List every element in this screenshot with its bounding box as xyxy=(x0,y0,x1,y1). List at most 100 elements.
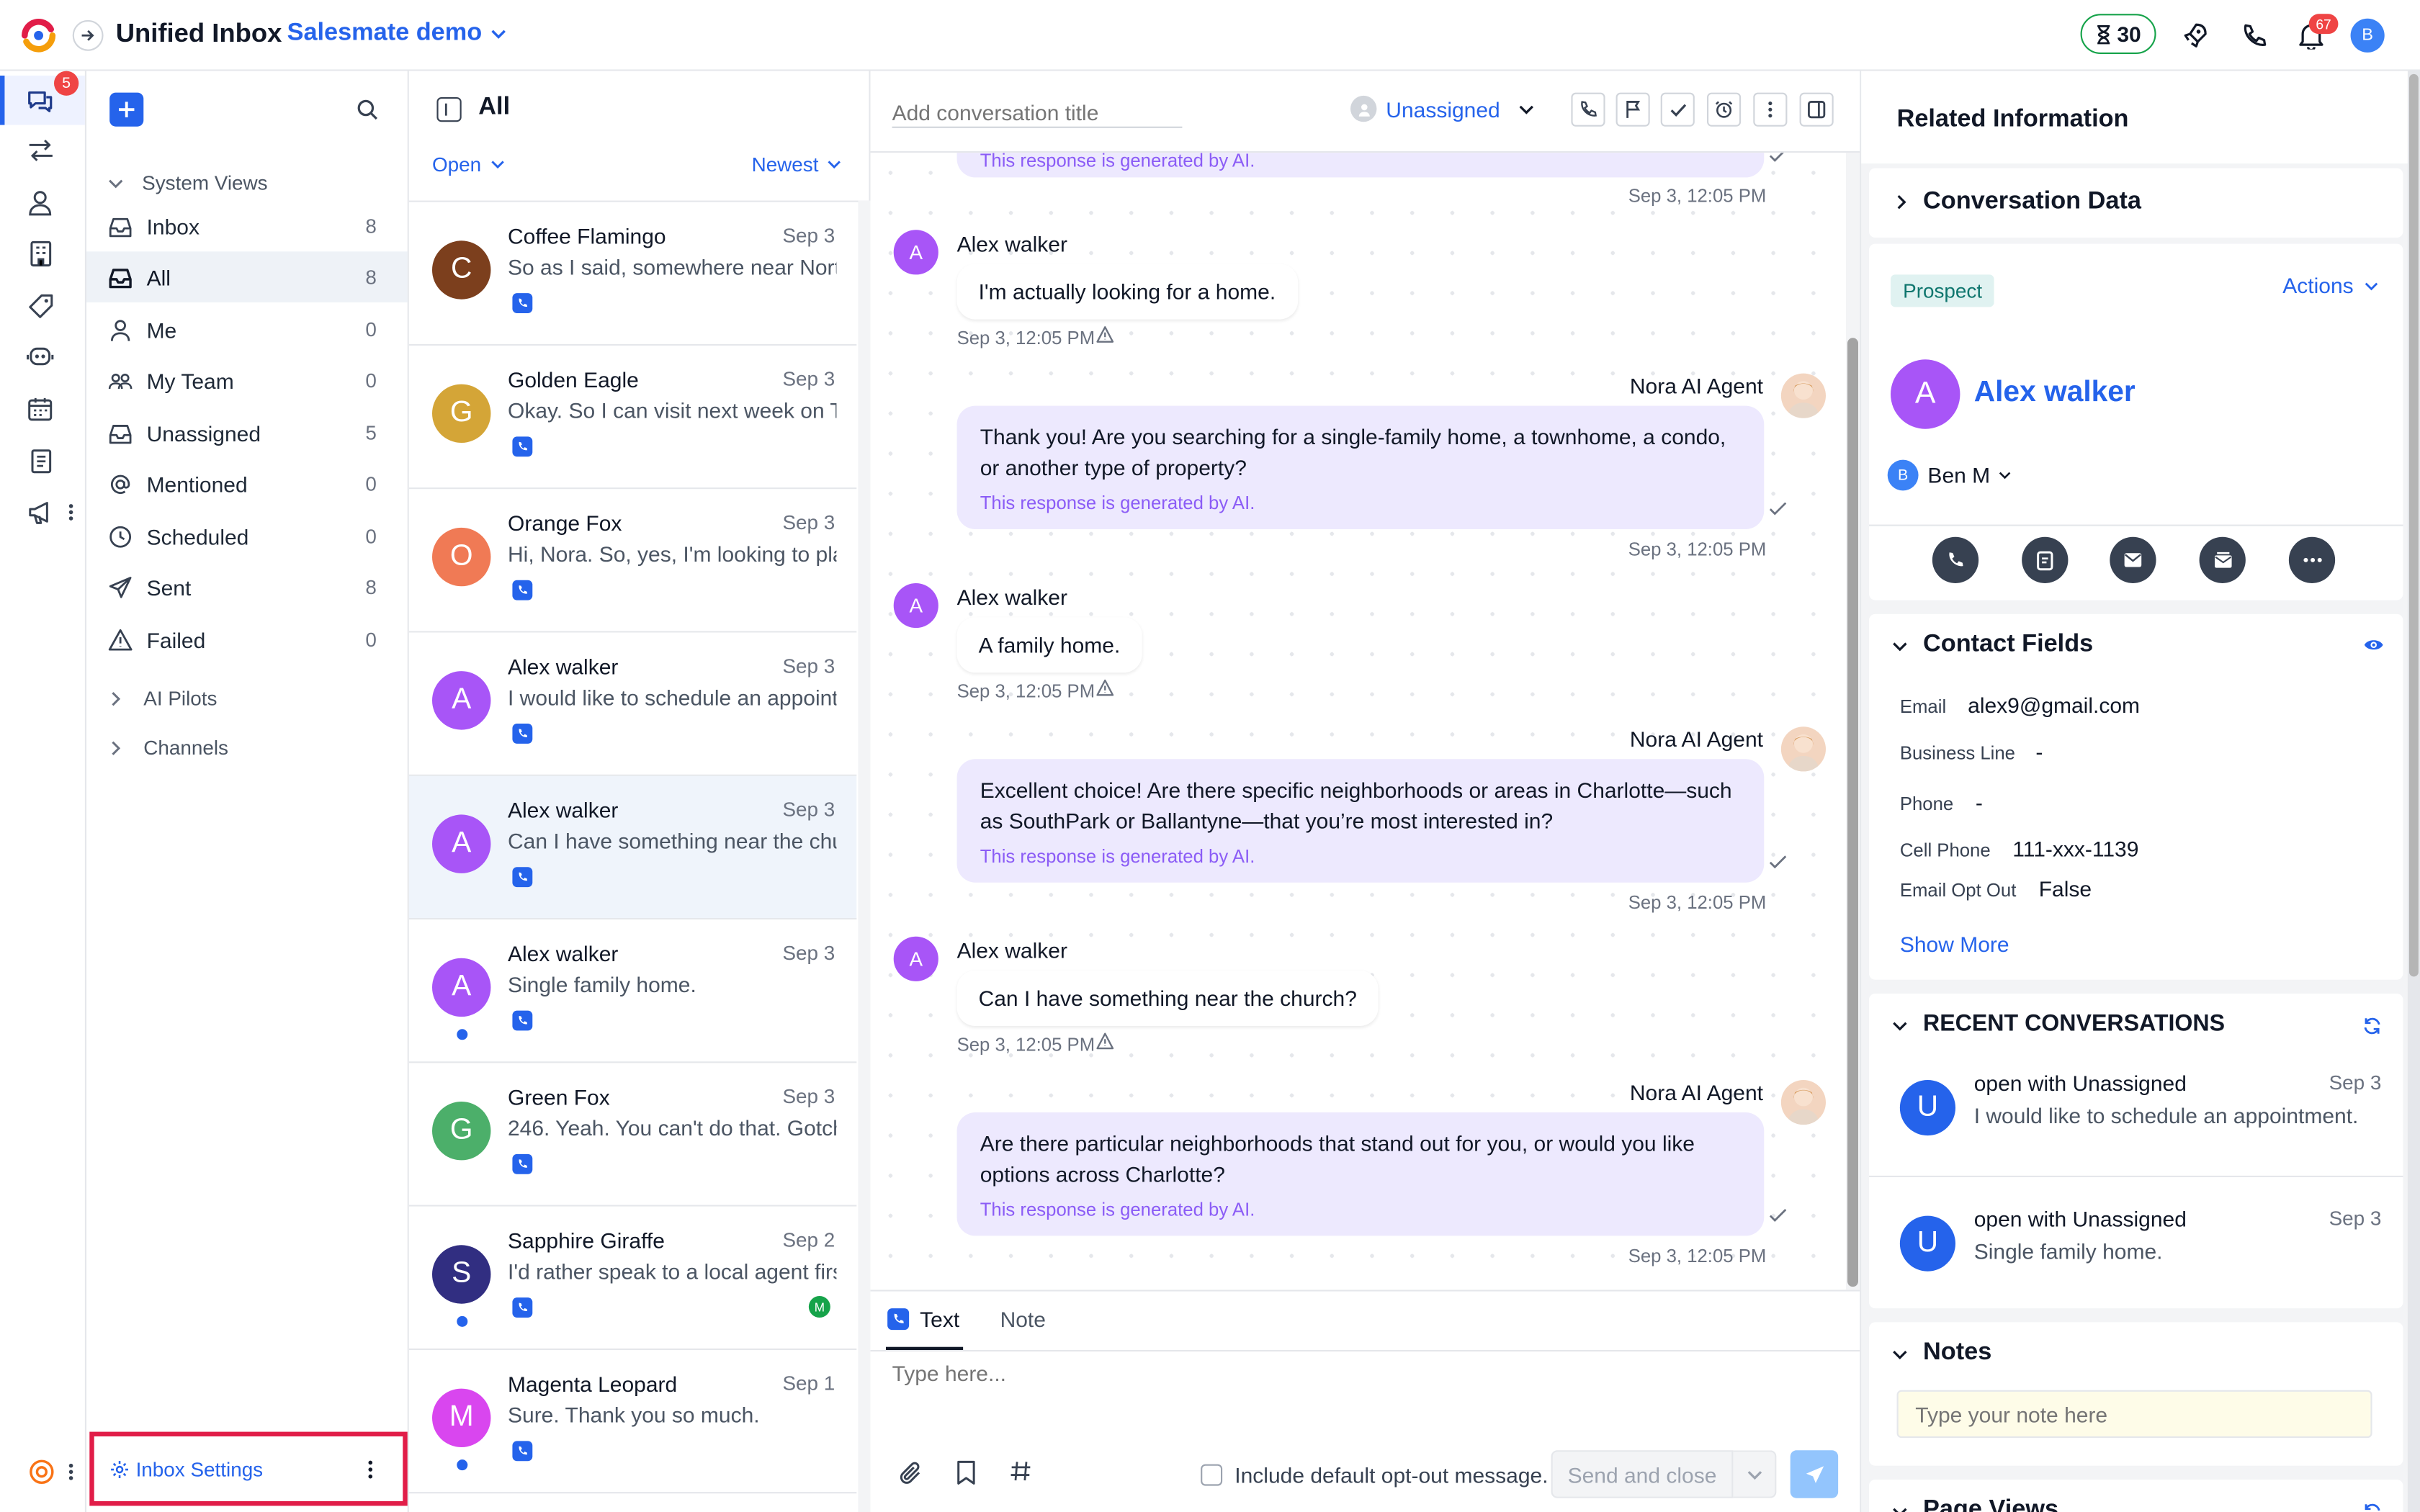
conversation-item-selected[interactable]: A Alex walker Sep 3 Can I have something… xyxy=(408,775,857,920)
note-input[interactable] xyxy=(1896,1390,2372,1439)
panel-toggle-button[interactable] xyxy=(1799,92,1834,127)
conversation-item[interactable]: M Magenta Leopard Sep 1 Sure. Thank you … xyxy=(408,1350,857,1494)
conversation-item[interactable]: G Green Fox Sep 3 246. Yeah. You can't d… xyxy=(408,1063,857,1207)
conversation-title-input[interactable] xyxy=(892,97,1183,128)
chevron-down-icon xyxy=(1519,104,1533,114)
view-item-unassigned[interactable]: Unassigned 5 xyxy=(86,408,408,459)
recent-conversation-item[interactable]: U open with Unassigned Sep 3 I would lik… xyxy=(1869,1056,2403,1176)
tab-note[interactable]: Note xyxy=(1000,1307,1046,1331)
new-conversation-button[interactable] xyxy=(109,92,144,127)
help-lifebuoy-icon[interactable] xyxy=(28,1458,56,1486)
salesmate-logo-icon[interactable] xyxy=(20,17,57,54)
more-apps-icon[interactable] xyxy=(65,497,77,528)
bot-icon[interactable] xyxy=(24,341,55,372)
view-item-my-team[interactable]: My Team 0 xyxy=(86,355,408,406)
conversation-item[interactable]: C Coffee Flamingo Sep 3 So as I said, so… xyxy=(408,202,857,346)
inbox-settings-link[interactable]: Inbox Settings xyxy=(136,1458,264,1481)
agent-name: Nora AI Agent xyxy=(1629,1080,1764,1105)
snooze-button[interactable] xyxy=(1707,92,1742,127)
contact-more-button[interactable] xyxy=(2288,536,2336,583)
phone-icon[interactable] xyxy=(2238,20,2269,51)
field-value-email-opt-out[interactable]: False xyxy=(2039,876,2092,901)
user-avatar[interactable]: B xyxy=(2350,18,2385,53)
thread-scrollbar[interactable] xyxy=(1845,153,1860,1290)
contact-name-link[interactable]: Alex walker xyxy=(1974,377,2136,410)
pipeline-arrows-icon[interactable] xyxy=(24,134,55,165)
message-input[interactable] xyxy=(892,1361,1819,1439)
conversation-data-section[interactable]: Conversation Data xyxy=(1869,168,2403,238)
assignee-dropdown[interactable]: Unassigned xyxy=(1350,95,1534,122)
documents-icon[interactable] xyxy=(24,446,55,477)
field-value-phone[interactable]: - xyxy=(1976,790,1983,814)
send-button[interactable] xyxy=(1790,1450,1839,1498)
group-ai-pilots[interactable]: AI Pilots xyxy=(109,687,217,710)
info-header: Related Information xyxy=(1861,71,2420,164)
rail-more-icon[interactable] xyxy=(65,1458,77,1486)
contact-call-button[interactable] xyxy=(1932,536,1979,583)
conversation-item[interactable]: O Orange Fox Sep 3 Hi, Nora. So, yes, I'… xyxy=(408,489,857,633)
bookmark-icon[interactable] xyxy=(955,1459,977,1485)
contact-email-button[interactable] xyxy=(2110,536,2156,583)
contact-campaign-button[interactable] xyxy=(2199,536,2246,583)
hashtag-icon[interactable] xyxy=(1009,1459,1032,1482)
optout-checkbox[interactable] xyxy=(1201,1464,1223,1486)
chevron-down-icon[interactable] xyxy=(1892,1018,1907,1033)
info-scrollbar[interactable] xyxy=(2407,71,2420,1512)
timer-pill[interactable]: 30 xyxy=(2080,14,2156,54)
paperclip-icon[interactable] xyxy=(898,1461,923,1485)
search-icon[interactable] xyxy=(355,97,380,122)
composer-divider xyxy=(870,1350,1860,1352)
more-options-button[interactable] xyxy=(1753,92,1788,127)
recent-conversation-item[interactable]: U open with Unassigned Sep 3 Single fami… xyxy=(1869,1191,2403,1308)
refresh-icon[interactable] xyxy=(2363,1017,2382,1035)
info-scrollbar-thumb[interactable] xyxy=(2409,73,2419,977)
list-scrollbar[interactable] xyxy=(858,200,871,1512)
deals-tag-icon[interactable] xyxy=(24,290,55,321)
view-item-scheduled[interactable]: Scheduled 0 xyxy=(86,510,408,562)
chevron-down-icon[interactable] xyxy=(1892,639,1907,654)
status-filter-dropdown[interactable]: Open xyxy=(432,153,504,176)
actions-dropdown[interactable]: Actions xyxy=(2282,273,2378,298)
view-item-inbox[interactable]: Inbox 8 xyxy=(86,201,408,252)
view-item-all[interactable]: All 8 xyxy=(86,251,408,302)
field-value-cell-phone[interactable]: 111-xxx-1139 xyxy=(2012,836,2138,860)
group-channels[interactable]: Channels xyxy=(109,736,228,759)
field-value-email[interactable]: alex9@gmail.com xyxy=(1968,693,2140,717)
conversation-item[interactable]: A Alex walker Sep 3 Single family home. xyxy=(408,919,857,1063)
expand-arrow-icon[interactable] xyxy=(72,19,104,51)
call-button[interactable] xyxy=(1571,92,1605,127)
resolve-button[interactable] xyxy=(1660,92,1695,127)
settings-more-icon[interactable] xyxy=(367,1459,374,1480)
view-item-sent[interactable]: Sent 8 xyxy=(86,562,408,613)
conversation-item[interactable]: G Golden Eagle Sep 3 Okay. So I can visi… xyxy=(408,346,857,490)
sidebar-toggle-icon[interactable] xyxy=(436,97,462,122)
chevron-right-icon xyxy=(1897,195,1906,210)
conversation-item[interactable]: S Sapphire Giraffe Sep 2 I'd rather spea… xyxy=(408,1206,857,1350)
show-more-link[interactable]: Show More xyxy=(1900,932,2009,956)
companies-icon[interactable] xyxy=(24,238,55,269)
view-item-me[interactable]: Me 0 xyxy=(86,304,408,355)
thread-scrollbar-thumb[interactable] xyxy=(1847,338,1858,1287)
send-options-dropdown[interactable] xyxy=(1733,1450,1777,1498)
megaphone-icon[interactable] xyxy=(24,497,55,528)
calendar-icon[interactable] xyxy=(24,393,55,424)
system-views-header[interactable]: System Views xyxy=(108,171,268,194)
tab-text[interactable]: Text xyxy=(886,1292,964,1350)
chevron-down-icon[interactable] xyxy=(1892,1504,1907,1512)
refresh-icon[interactable] xyxy=(2363,1503,2382,1512)
inbox-settings-row[interactable]: Inbox Settings xyxy=(89,1431,408,1506)
send-and-close-button[interactable]: Send and close xyxy=(1551,1450,1734,1498)
conversation-item[interactable]: A Alex walker Sep 3 I would like to sche… xyxy=(408,632,857,776)
chevron-down-icon[interactable] xyxy=(1892,1347,1907,1362)
workspace-switcher[interactable]: Salesmate demo xyxy=(287,20,507,48)
view-item-mentioned[interactable]: Mentioned 0 xyxy=(86,458,408,509)
contact-sms-button[interactable] xyxy=(2022,536,2069,583)
field-value-business-line[interactable]: - xyxy=(2035,739,2043,763)
rocket-icon[interactable] xyxy=(2179,20,2210,51)
eye-icon[interactable] xyxy=(2363,637,2385,652)
owner-dropdown[interactable]: B Ben M xyxy=(1887,459,2012,491)
view-item-failed[interactable]: Failed 0 xyxy=(86,614,408,665)
flag-button[interactable] xyxy=(1615,92,1650,127)
sort-dropdown[interactable]: Newest xyxy=(752,153,842,176)
contacts-icon[interactable] xyxy=(24,186,55,217)
